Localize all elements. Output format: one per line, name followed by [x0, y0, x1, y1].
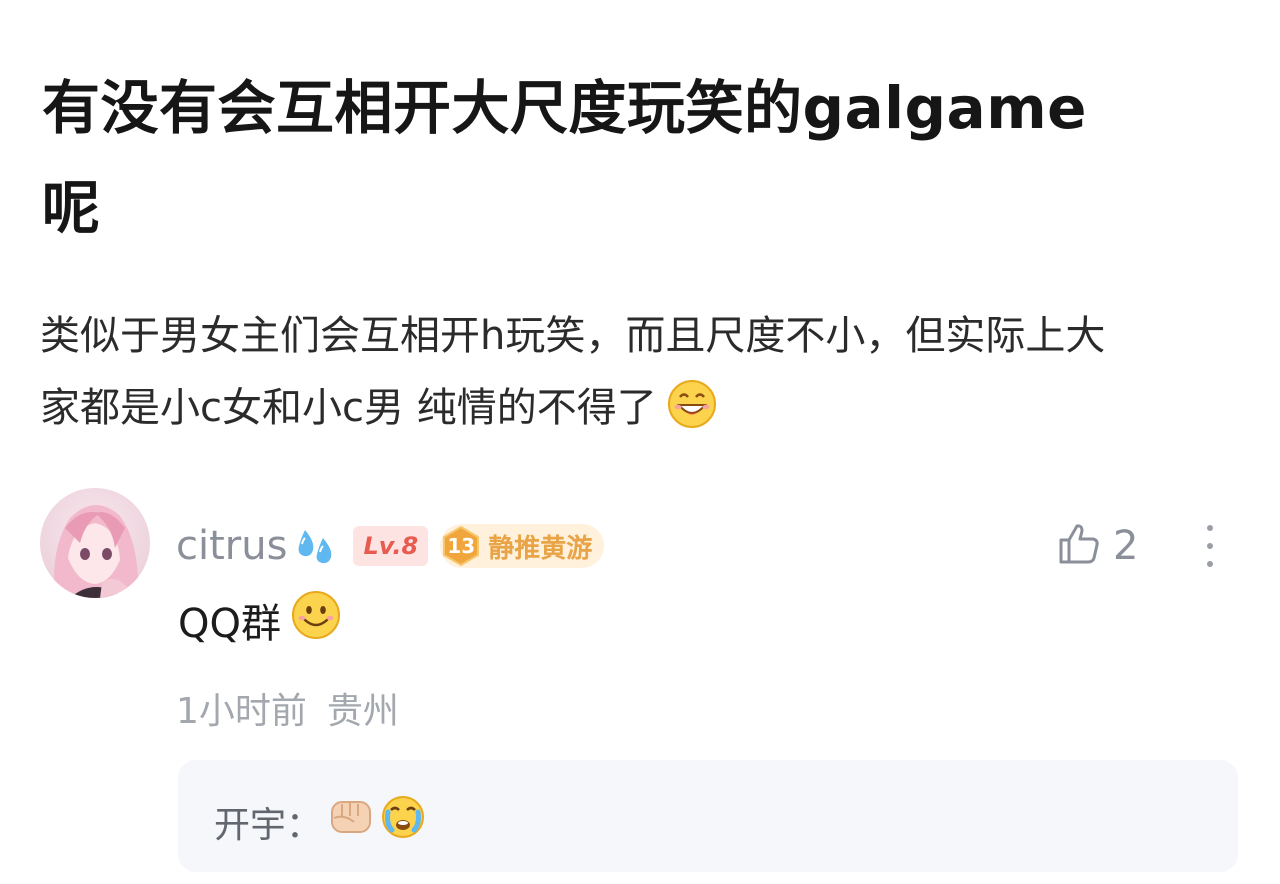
- fan-badge[interactable]: 13 静推黄游: [440, 524, 605, 568]
- comment-text: QQ群: [178, 590, 341, 650]
- sweat-drops-icon: [293, 524, 337, 568]
- fan-badge-name: 静推黄游: [488, 533, 593, 564]
- avatar[interactable]: [40, 488, 150, 598]
- post-body-line2: 家都是小c女和小c男 纯情的不得了: [40, 385, 657, 431]
- crying-face-icon: [380, 794, 426, 849]
- post-body: 类似于男女主们会互相开h玩笑，而且尺度不小，但实际上大 家都是小c女和小c男 纯…: [40, 300, 1250, 452]
- post-title-line2: 呢: [42, 174, 101, 242]
- post-title: 有没有会互相开大尺度玩笑的galgame 呢: [42, 58, 1242, 258]
- thumbs-up-icon: [1055, 520, 1103, 572]
- level-badge: Lv.8: [353, 526, 429, 566]
- comment-meta: 1小时前 贵州: [176, 682, 399, 734]
- grinning-face-emoji: [667, 379, 717, 452]
- post-title-line1: 有没有会互相开大尺度玩笑的galgame: [42, 74, 1087, 142]
- reply-item[interactable]: 开宇 ：: [214, 794, 426, 849]
- reply-author[interactable]: 开宇: [214, 796, 286, 848]
- username[interactable]: citrus: [176, 523, 287, 569]
- fan-badge-level: 13: [440, 525, 482, 567]
- reply-box[interactable]: 开宇 ：: [178, 760, 1238, 872]
- post-body-line1: 类似于男女主们会互相开h玩笑，而且尺度不小，但实际上大: [40, 313, 1106, 359]
- comment-time: 1小时前: [176, 691, 307, 732]
- comment-location: 贵州: [326, 691, 399, 732]
- like-button[interactable]: 2: [1055, 518, 1138, 574]
- like-count: 2: [1113, 523, 1139, 569]
- comment-user-row: citrus Lv.8 13 静推黄游: [176, 518, 605, 574]
- reply-separator: ：: [286, 804, 323, 846]
- fist-icon: [328, 796, 374, 847]
- smiling-face-emoji: [291, 590, 341, 650]
- comment-text-content: QQ群: [178, 601, 281, 647]
- more-options-icon[interactable]: [1198, 518, 1222, 578]
